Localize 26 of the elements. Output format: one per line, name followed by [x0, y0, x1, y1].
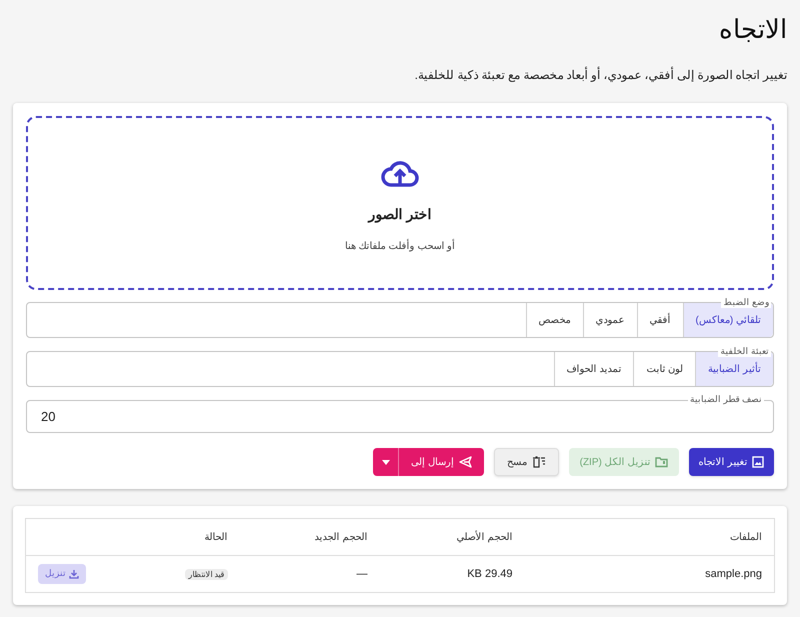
column-header: الحجم الأصلي	[456, 532, 512, 542]
column-header: الحجم الجديد	[314, 532, 368, 542]
send-icon	[459, 456, 472, 468]
clear-list-icon	[532, 456, 546, 468]
action-button[interactable]: مسح	[494, 448, 559, 476]
field-label: نصف قطر الضبابية	[688, 393, 764, 405]
image-icon	[752, 456, 764, 468]
download-icon	[69, 569, 79, 579]
cloud-upload-icon	[380, 158, 420, 190]
field-label: وضع الضبط	[721, 296, 771, 308]
dropzone-title: اختر الصور	[368, 205, 432, 225]
upload-dropzone[interactable]: اختر الصور أو اسحب وأفلت ملفاتك هنا	[26, 116, 774, 290]
action-button[interactable]: تغيير الاتجاه	[689, 448, 774, 476]
caret-down-icon	[382, 460, 390, 464]
status-badge: قيد الانتظار	[185, 568, 228, 580]
send-to-button[interactable]: إرسال إلى	[399, 448, 484, 476]
field-label: تعبئة الخلفية	[718, 345, 771, 357]
dropzone-hint: أو اسحب وأفلت ملفاتك هنا	[344, 239, 456, 254]
column-header: الملفات	[730, 532, 762, 542]
column-header: الحالة	[204, 532, 228, 542]
page-description: تغيير اتجاه الصورة إلى أفقي، عمودي، أو أبعاد مخصصة مع تعبئة ذكية للخلفية.	[414, 66, 787, 84]
table-cell: —	[356, 568, 368, 580]
folder-icon	[655, 456, 668, 468]
table-cell: 29.49 KB	[467, 568, 512, 580]
table-cell: sample.png	[705, 568, 762, 580]
page-title: الاتجاه	[719, 13, 787, 46]
